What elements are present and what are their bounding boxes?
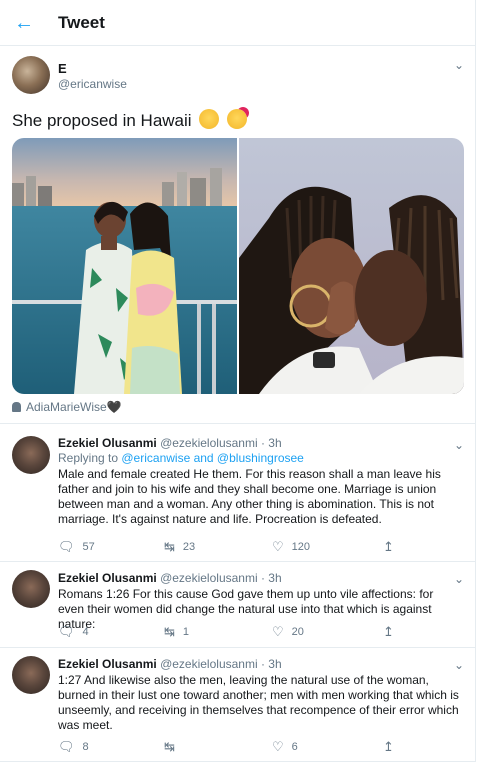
reply-body: Ezekiel Olusanmi @ezekielolusanmi · 3h R… — [58, 571, 462, 632]
reply-count: 4 — [82, 626, 89, 638]
share-icon: ↥ — [383, 539, 394, 554]
reply-author-handle[interactable]: @ezekielolusanmi — [160, 657, 258, 671]
person-icon — [12, 402, 21, 412]
tagged-user[interactable]: AdiaMarieWise🖤 — [12, 400, 122, 414]
chevron-down-icon[interactable]: ⌄ — [454, 58, 464, 72]
action-bar: 🗨 57 ↹ 23 ♡ 120 ↥ — [58, 539, 408, 555]
reply-button[interactable]: 🗨 8 — [58, 739, 89, 755]
reply-author-handle[interactable]: @ezekielolusanmi — [160, 571, 258, 585]
reply-button[interactable]: 🗨 4 — [58, 624, 89, 640]
reply-text: 1:27 And likewise also the men, leaving … — [58, 673, 459, 732]
share-button[interactable]: ↥ — [383, 539, 394, 555]
retweet-button[interactable]: ↹ — [164, 739, 183, 755]
reply-header: Ezekiel Olusanmi @ezekielolusanmi · 3h — [58, 436, 462, 451]
reply-time[interactable]: · 3h — [261, 657, 282, 671]
retweet-icon: ↹ — [164, 539, 175, 554]
replying-to-line: Replying to @ericanwise and @blushingros… — [58, 451, 462, 466]
photo-couple-on-boat[interactable] — [12, 138, 237, 394]
avatar[interactable] — [12, 656, 50, 694]
reply-author-name[interactable]: Ezekiel Olusanmi — [58, 436, 157, 450]
page-title: Tweet — [58, 13, 105, 32]
reply-body: Ezekiel Olusanmi @ezekielolusanmi · 3h R… — [58, 436, 462, 527]
reply-tweet-2[interactable]: ⌄ Ezekiel Olusanmi @ezekielolusanmi · 3h… — [0, 562, 476, 648]
retweet-icon: ↹ — [164, 739, 175, 754]
like-button[interactable]: ♡ 20 — [272, 624, 304, 640]
smiling-face-with-hearts-emoji-icon — [227, 109, 248, 129]
tweet-text-line: She proposed in Hawaii — [12, 109, 248, 131]
reply-author-name[interactable]: Ezekiel Olusanmi — [58, 657, 157, 671]
retweet-button[interactable]: ↹ 1 — [164, 624, 189, 640]
like-button[interactable]: ♡ 120 — [272, 539, 310, 555]
reply-icon: 🗨 — [58, 539, 75, 554]
share-button[interactable]: ↥ — [383, 624, 394, 640]
heart-icon: ♡ — [272, 624, 284, 639]
heart-icon: ♡ — [272, 739, 284, 754]
reply-time[interactable]: · 3h — [261, 571, 282, 585]
retweet-count: 23 — [182, 541, 196, 553]
author-handle[interactable]: @ericanwise — [58, 77, 127, 91]
reply-count: 8 — [82, 741, 89, 753]
retweet-button[interactable]: ↹ 23 — [164, 539, 195, 555]
like-count: 20 — [291, 626, 304, 638]
pleading-face-emoji-icon — [199, 109, 220, 129]
like-button[interactable]: ♡ 6 — [272, 739, 298, 755]
reply-tweet-3[interactable]: ⌄ Ezekiel Olusanmi @ezekielolusanmi · 3h… — [0, 648, 476, 762]
tweet-text: She proposed in Hawaii — [12, 111, 192, 130]
reply-icon: 🗨 — [58, 624, 75, 639]
retweet-icon: ↹ — [164, 624, 175, 639]
retweet-count: 1 — [182, 626, 190, 638]
reply-text: Male and female created He them. For thi… — [58, 467, 441, 526]
reply-tweet-1[interactable]: ⌄ Ezekiel Olusanmi @ezekielolusanmi · 3h… — [0, 424, 476, 562]
avatar[interactable] — [12, 56, 50, 94]
tweet-media[interactable] — [12, 138, 464, 394]
reply-button[interactable]: 🗨 57 — [58, 539, 95, 555]
reply-author-name[interactable]: Ezekiel Olusanmi — [58, 571, 157, 585]
back-arrow-icon[interactable]: ← — [14, 13, 34, 33]
action-bar: 🗨 4 ↹ 1 ♡ 20 ↥ — [58, 624, 408, 640]
avatar[interactable] — [12, 570, 50, 608]
reply-icon: 🗨 — [58, 739, 75, 754]
share-icon: ↥ — [383, 624, 394, 639]
heart-icon: ♡ — [272, 539, 284, 554]
photo-couple-kissing[interactable] — [239, 138, 464, 394]
share-button[interactable]: ↥ — [383, 739, 394, 755]
main-tweet: E @ericanwise ⌄ She proposed in Hawaii A… — [0, 46, 476, 424]
reply-body: Ezekiel Olusanmi @ezekielolusanmi · 3h 1… — [58, 657, 462, 733]
reply-header: Ezekiel Olusanmi @ezekielolusanmi · 3h — [58, 571, 462, 586]
reply-count: 57 — [82, 541, 95, 553]
like-count: 120 — [291, 541, 311, 553]
reply-header: Ezekiel Olusanmi @ezekielolusanmi · 3h — [58, 657, 462, 672]
reply-author-handle[interactable]: @ezekielolusanmi — [160, 436, 258, 450]
replying-to-prefix: Replying to — [58, 451, 122, 465]
replying-to-link[interactable]: @ericanwise and @blushingrosee — [121, 451, 303, 465]
share-icon: ↥ — [383, 739, 394, 754]
tagged-user-name: AdiaMarieWise🖤 — [26, 400, 122, 414]
avatar[interactable] — [12, 436, 50, 474]
reply-time[interactable]: · 3h — [261, 436, 282, 450]
tweet-page: ← Tweet E @ericanwise ⌄ She proposed in … — [0, 0, 476, 762]
action-bar: 🗨 8 ↹ ♡ 6 ↥ — [58, 739, 408, 755]
author-name[interactable]: E — [58, 61, 67, 76]
like-count: 6 — [291, 741, 298, 753]
page-header: ← Tweet — [0, 0, 476, 46]
